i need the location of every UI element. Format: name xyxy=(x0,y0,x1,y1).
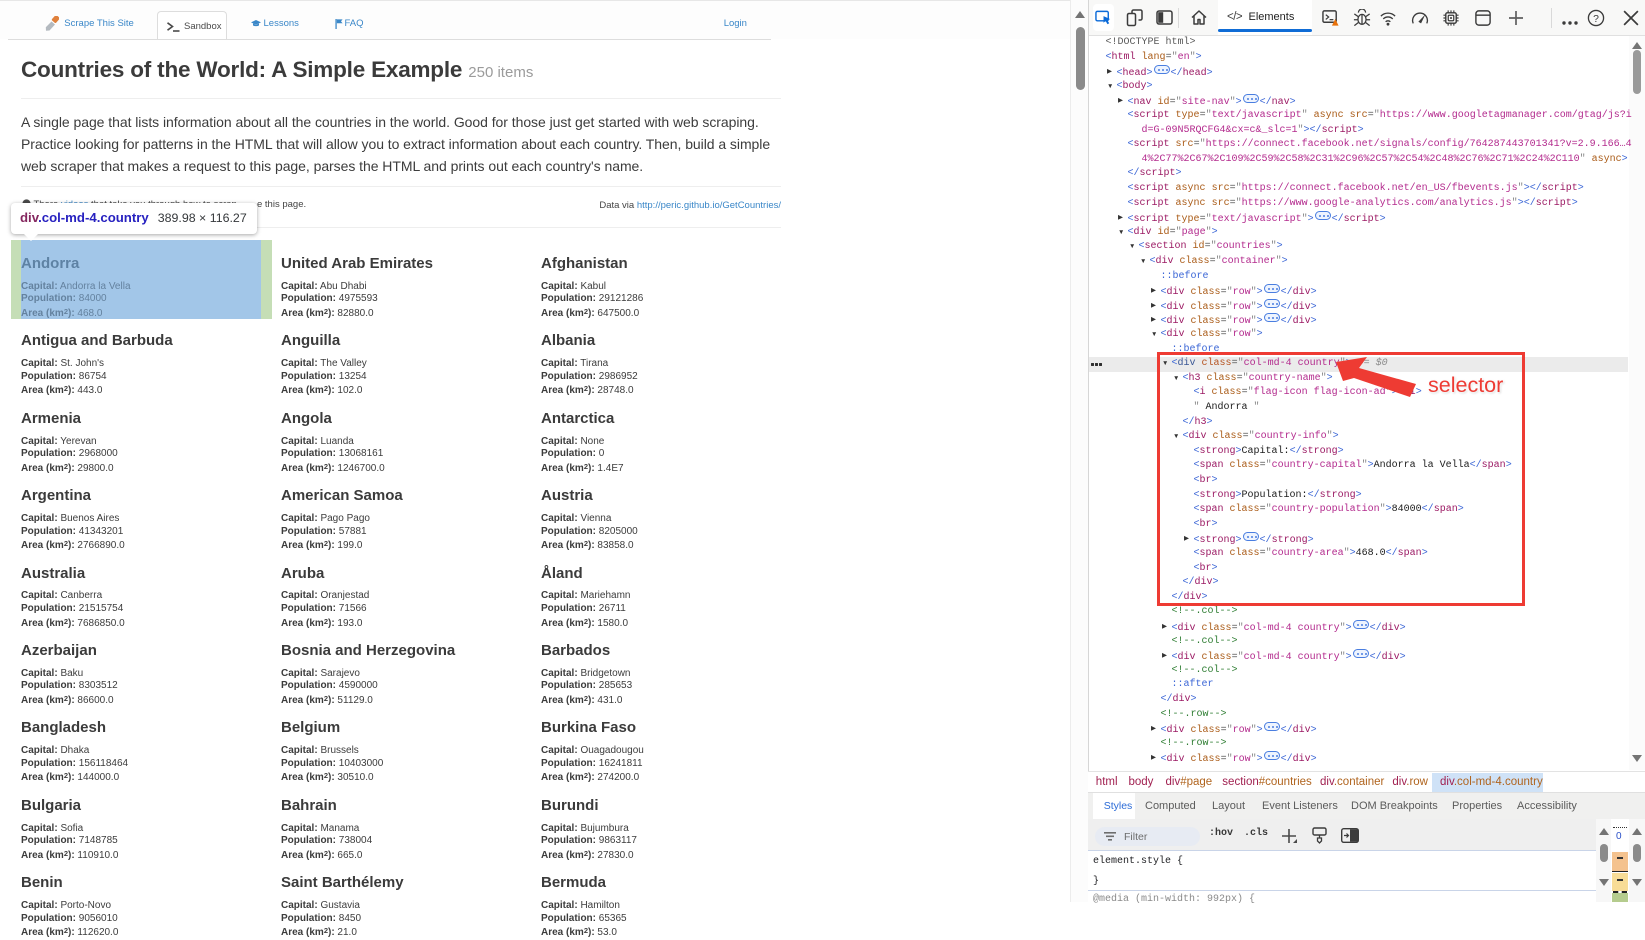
svg-text:?: ? xyxy=(1593,14,1599,25)
